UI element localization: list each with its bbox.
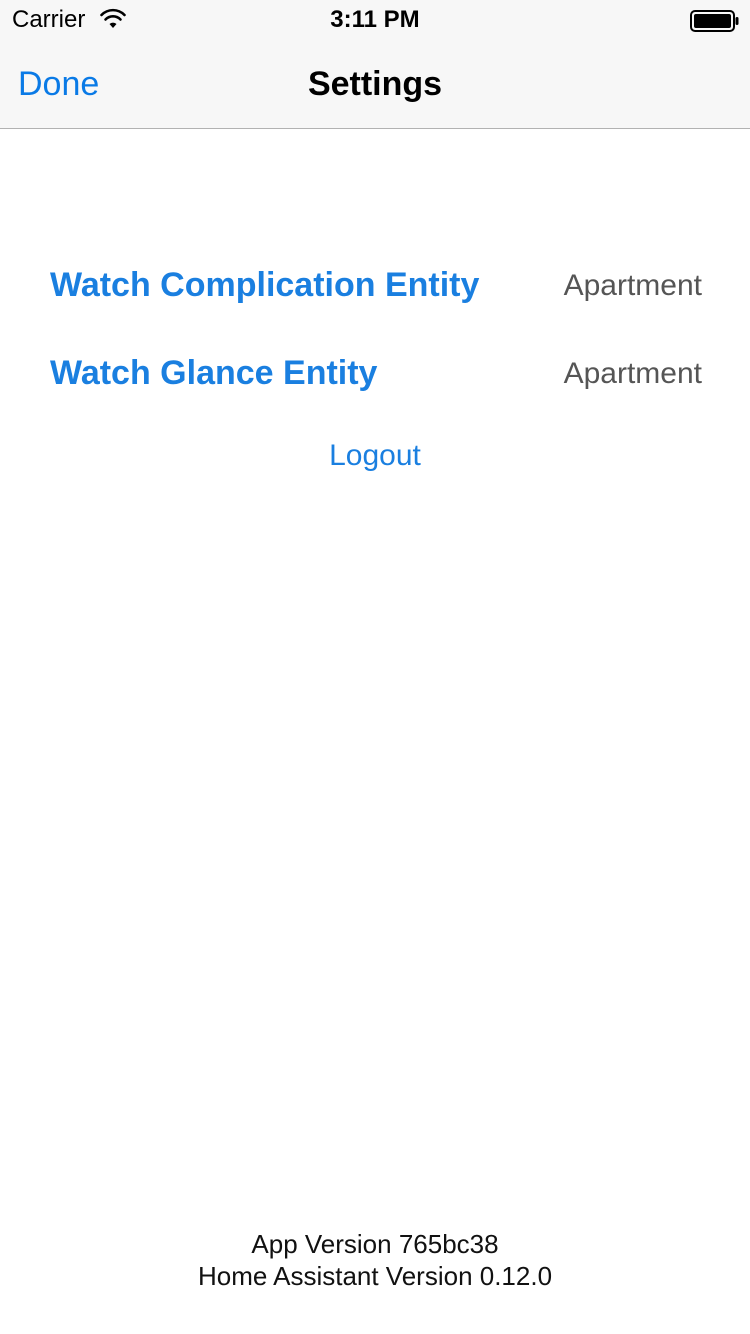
settings-screen: Carrier 3:11 PM Done Settings Watch Comp… (0, 0, 750, 1334)
setting-label: Watch Complication Entity (50, 266, 480, 304)
battery-full-icon (690, 10, 739, 32)
app-version-text: App Version 765bc38 (251, 1229, 499, 1259)
watch-complication-entity-row[interactable]: Watch Complication Entity Apartment (0, 256, 750, 316)
setting-value: Apartment (563, 269, 702, 302)
setting-label: Watch Glance Entity (50, 354, 378, 392)
version-footer: App Version 765bc38 Home Assistant Versi… (0, 1228, 750, 1292)
home-assistant-version-text: Home Assistant Version 0.12.0 (197, 1261, 553, 1291)
page-title: Settings (307, 65, 443, 103)
status-time: 3:11 PM (330, 6, 420, 33)
watch-glance-entity-row[interactable]: Watch Glance Entity Apartment (0, 344, 750, 404)
logout-button[interactable]: Logout (0, 436, 750, 476)
setting-value: Apartment (563, 357, 702, 390)
status-bar: Carrier 3:11 PM (0, 0, 750, 40)
navigation-bar: Done Settings (0, 40, 750, 129)
